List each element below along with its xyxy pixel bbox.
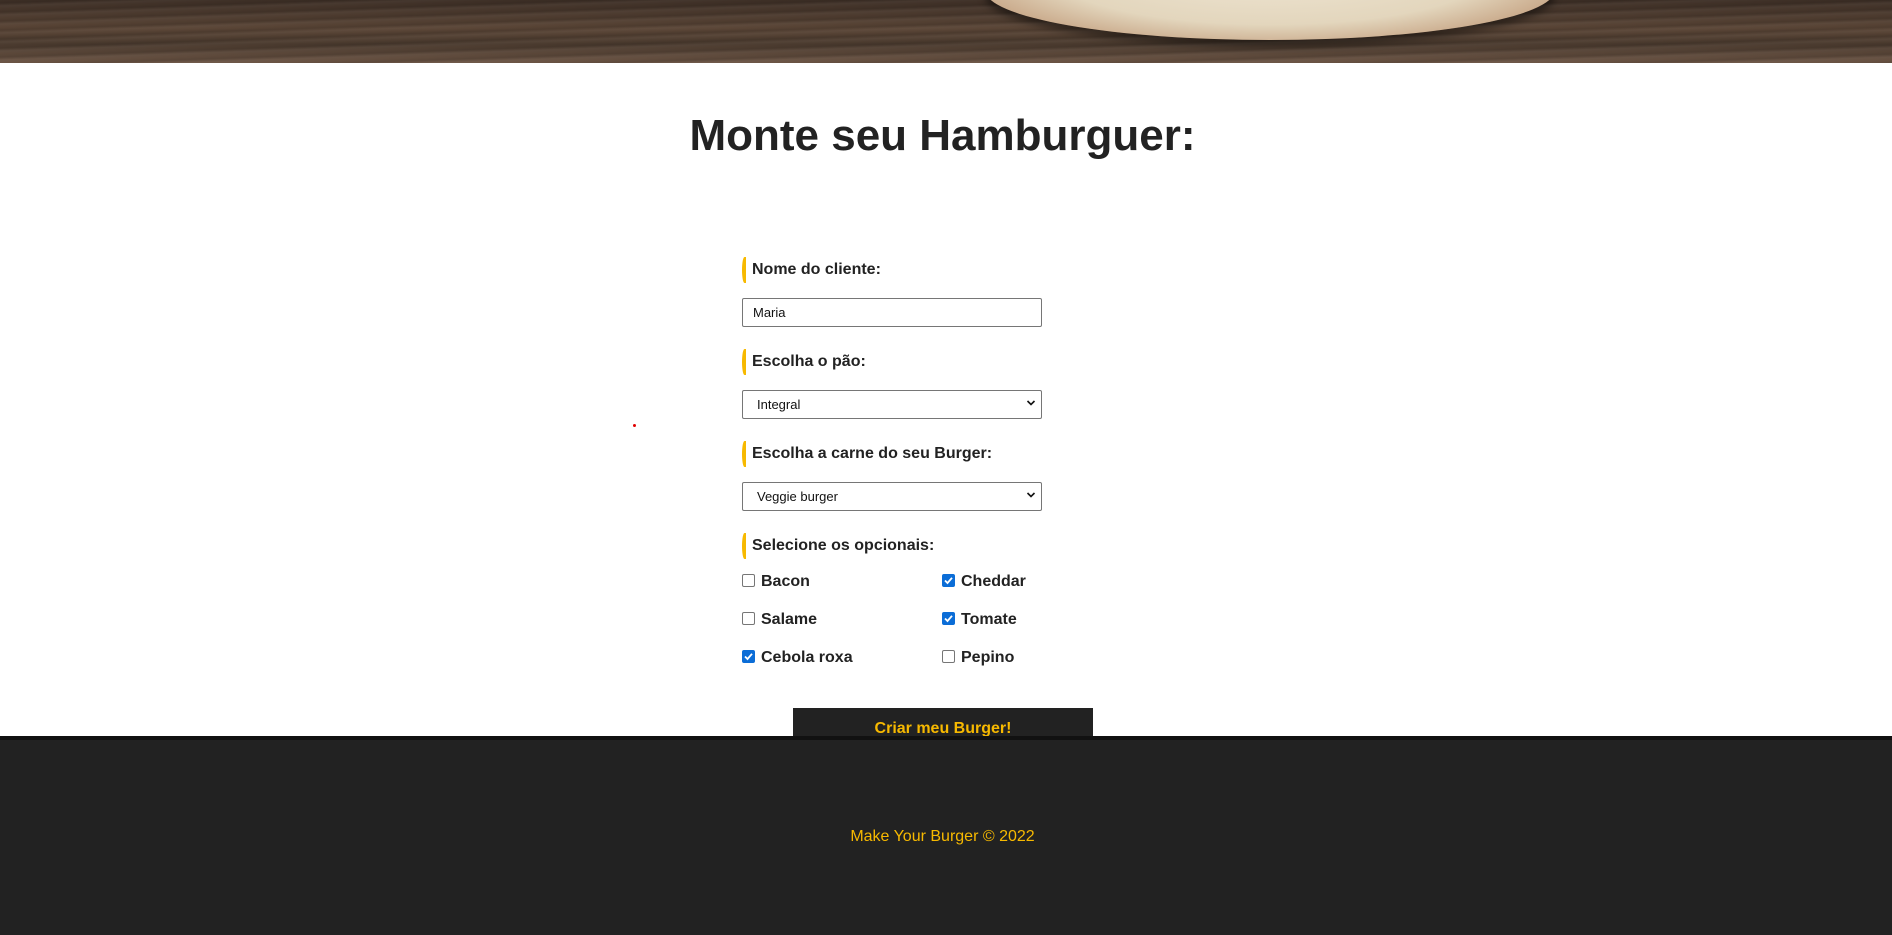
page-title: Monte seu Hamburguer: (689, 111, 1196, 160)
optional-tomate[interactable]: Tomate (942, 610, 1017, 630)
optional-label: Cebola roxa (761, 649, 853, 666)
wood-texture (0, 0, 1892, 63)
optional-label: Salame (761, 611, 818, 628)
footer: Make Your Burger © 2022 (0, 736, 1892, 935)
checkmark-icon (744, 652, 753, 660)
cursor-dot (633, 424, 636, 427)
optional-label: Cheddar (961, 573, 1026, 590)
optional-cebola-roxa[interactable]: Cebola roxa (742, 648, 853, 668)
checkbox[interactable] (942, 573, 955, 587)
checkbox[interactable] (742, 649, 755, 663)
main-content: Monte seu Hamburguer: Nome do cliente: M… (0, 63, 1892, 750)
bread-select[interactable]: Integral (742, 390, 1042, 419)
optional-cheddar[interactable]: Cheddar (942, 572, 1026, 592)
label-accent (742, 349, 747, 375)
optional-bacon[interactable]: Bacon (742, 572, 810, 592)
meat-label: Escolha a carne do seu Burger: (752, 445, 993, 462)
optionals-label: Selecione os opcionais: (752, 537, 935, 554)
checkbox[interactable] (742, 611, 755, 625)
bread-selected-value: Integral (757, 397, 801, 412)
optional-label: Tomate (961, 611, 1017, 628)
name-label-row: Nome do cliente: (742, 256, 881, 284)
name-label: Nome do cliente: (752, 261, 881, 278)
optional-label: Pepino (961, 649, 1015, 666)
label-accent (742, 257, 747, 283)
bread-label-row: Escolha o pão: (742, 348, 866, 376)
optionals-label-row: Selecione os opcionais: (742, 532, 934, 560)
footer-copyright: Make Your Burger © 2022 (850, 828, 1035, 845)
checkbox[interactable] (742, 573, 755, 587)
name-input[interactable]: Maria (742, 298, 1042, 327)
meat-label-row: Escolha a carne do seu Burger: (742, 440, 992, 468)
checkbox[interactable] (942, 611, 955, 625)
checkbox[interactable] (942, 649, 955, 663)
label-accent (742, 441, 747, 467)
optional-pepino[interactable]: Pepino (942, 648, 1014, 668)
hero-banner (0, 0, 1892, 63)
optional-salame[interactable]: Salame (742, 610, 817, 630)
meat-selected-value: Veggie burger (757, 489, 838, 504)
checkmark-icon (944, 614, 953, 622)
label-accent (742, 533, 747, 559)
bread-label: Escolha o pão: (752, 353, 866, 370)
optional-label: Bacon (761, 573, 810, 590)
chevron-down-icon (1026, 492, 1036, 498)
checkmark-icon (944, 576, 953, 584)
meat-select[interactable]: Veggie burger (742, 482, 1042, 511)
chevron-down-icon (1026, 400, 1036, 406)
